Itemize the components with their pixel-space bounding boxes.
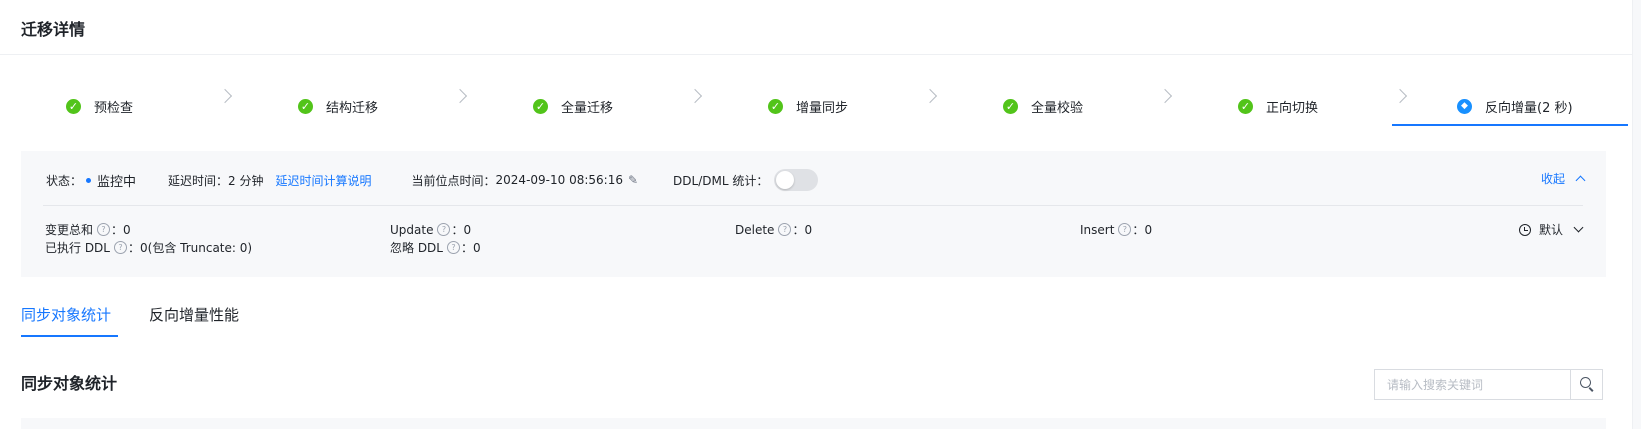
stat-label: Insert (1080, 222, 1115, 237)
chevron-right-icon (217, 88, 233, 104)
help-icon[interactable]: ? (97, 223, 111, 236)
table-header (21, 418, 1606, 429)
migration-steps: ✓ 预检查 ✓ 结构迁移 ✓ 全量迁移 ✓ 增量同步 ✓ 全量校验 ✓ 正向切换… (0, 82, 1632, 128)
clock-icon (1518, 223, 1531, 236)
search-button[interactable] (1570, 370, 1602, 399)
vertical-scrollbar[interactable] (1632, 0, 1641, 429)
help-icon[interactable]: ? (113, 241, 127, 254)
stat-label: Update (390, 222, 434, 237)
check-circle-icon: ✓ (1238, 98, 1253, 114)
ddl-dml-toggle[interactable] (774, 169, 819, 191)
delay-label: 延迟时间： (168, 173, 229, 188)
step-label: 增量同步 (796, 100, 849, 116)
help-icon[interactable]: ? (1118, 223, 1132, 236)
chevron-right-icon (452, 88, 468, 104)
stat-ignored-ddl: 忽略 DDL ? ： 0 (390, 240, 481, 256)
title-bar: 迁移详情 (0, 0, 1632, 55)
stat-label: 忽略 DDL (390, 241, 443, 255)
chevron-up-icon (1575, 175, 1586, 186)
step-label: 正向切换 (1266, 100, 1319, 116)
stat-label: Delete (735, 222, 775, 237)
check-circle-icon: ✓ (533, 98, 548, 114)
tab-sync-object-stats[interactable]: 同步对象统计 (21, 304, 111, 325)
position-label: 当前位点时间： (411, 173, 496, 188)
chevron-right-icon (922, 88, 938, 104)
search-icon (1580, 377, 1591, 388)
check-circle-icon: ✓ (1003, 98, 1018, 114)
stat-value: 0 (1144, 222, 1153, 237)
stat-insert: Insert ? ： 0 (1080, 222, 1153, 238)
stat-value: 0 (463, 222, 472, 237)
stat-label: 变更总和 (45, 223, 94, 237)
check-circle-icon: ✓ (298, 98, 313, 114)
stat-value: 0 (804, 222, 813, 237)
check-circle-icon: ✓ (66, 98, 81, 114)
active-tab-indicator (21, 335, 118, 337)
step-label: 结构迁移 (326, 100, 379, 116)
collapse-label: 收起 (1540, 172, 1565, 186)
toggle-knob (776, 171, 795, 189)
search-box (1374, 369, 1603, 400)
stat-value: 0 (473, 240, 481, 255)
delay-help-link[interactable]: 延迟时间计算说明 (276, 172, 372, 189)
page-title: 迁移详情 (21, 20, 86, 39)
stat-delete: Delete ? ： 0 (735, 222, 813, 238)
stat-label: 已执行 DDL (45, 241, 110, 255)
section-title: 同步对象统计 (21, 374, 118, 393)
ddl-dml-label: DDL/DML 统计： (673, 173, 769, 188)
help-icon[interactable]: ? (778, 223, 792, 236)
stat-update: Update ? ： 0 (390, 222, 472, 238)
step-label: 全量迁移 (561, 100, 614, 116)
step-label: 反向增量(2 秒) (1485, 100, 1573, 116)
position-value: 2024-09-10 08:56:16 (495, 173, 623, 187)
collapse-button[interactable]: 收起 (1540, 170, 1586, 187)
step-full-migration[interactable]: ✓ 全量迁移 (533, 96, 613, 116)
status-value: 监控中 (97, 174, 137, 190)
time-range-value: 默认 (1538, 223, 1563, 237)
step-forward-switchover[interactable]: ✓ 正向切换 (1238, 96, 1318, 116)
search-input[interactable] (1375, 370, 1573, 399)
divider (43, 205, 1583, 206)
chevron-right-icon (687, 88, 703, 104)
chevron-down-icon (1573, 222, 1584, 233)
monitor-panel: 状态： 监控中 延迟时间： 2 分钟 延迟时间计算说明 当前位点时间： 2024… (21, 151, 1606, 277)
stat-value: 0(包含 Truncate: 0) (140, 241, 253, 255)
check-circle-icon: ✓ (768, 98, 783, 114)
step-label: 预检查 (94, 100, 134, 116)
step-precheck[interactable]: ✓ 预检查 (66, 96, 133, 116)
step-incremental-sync[interactable]: ✓ 增量同步 (768, 96, 848, 116)
monitor-summary-row: 状态： 监控中 延迟时间： 2 分钟 延迟时间计算说明 当前位点时间： 2024… (46, 169, 819, 191)
delay-value: 2 分钟 (228, 173, 264, 188)
status-dot-icon (86, 177, 92, 183)
stat-executed-ddl: 已执行 DDL ? ： 0(包含 Truncate: 0) (45, 241, 253, 255)
stat-value: 0 (123, 222, 131, 237)
stat-total-changes: 变更总和 ? ： 0 (45, 222, 131, 238)
step-schema-migration[interactable]: ✓ 结构迁移 (298, 96, 378, 116)
tab-reverse-incremental-performance[interactable]: 反向增量性能 (149, 304, 239, 325)
active-step-indicator (1392, 124, 1628, 126)
edit-icon[interactable]: ✎ (628, 173, 638, 187)
time-range-select[interactable]: 默认 (1518, 221, 1584, 238)
status-label: 状态： (46, 173, 83, 188)
sync-icon: ◆ (1457, 98, 1472, 114)
step-label: 全量校验 (1031, 100, 1084, 116)
step-reverse-incremental[interactable]: ◆ 反向增量(2 秒) (1457, 96, 1573, 116)
chevron-right-icon (1392, 88, 1408, 104)
chevron-right-icon (1157, 88, 1173, 104)
step-full-verification[interactable]: ✓ 全量校验 (1003, 96, 1083, 116)
help-icon[interactable]: ? (437, 223, 451, 236)
help-icon[interactable]: ? (446, 241, 460, 254)
